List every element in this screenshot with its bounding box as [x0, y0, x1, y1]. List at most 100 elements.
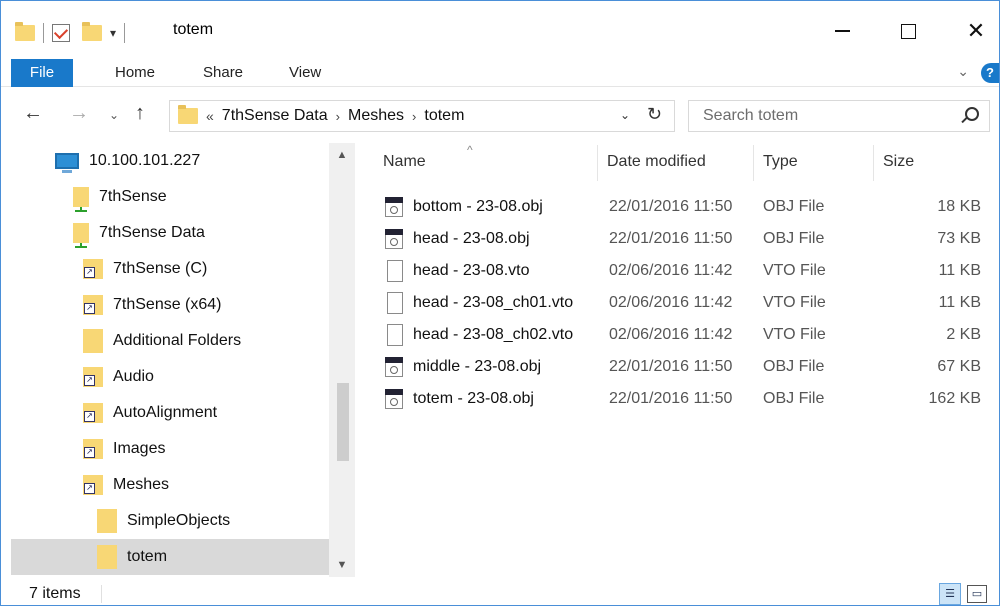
column-divider[interactable] [873, 145, 874, 181]
file-name: head - 23-08.vto [413, 262, 530, 279]
divider [101, 585, 102, 603]
nav-item-label: 7thSense [99, 188, 167, 205]
shortcut-folder-icon [83, 367, 103, 387]
nav-item-computer[interactable]: 10.100.101.227 [55, 143, 200, 179]
column-header-date[interactable]: Date modified [607, 141, 706, 183]
nav-item-label: Meshes [113, 476, 170, 493]
title-bar: ▾ totem ✕ [1, 1, 999, 61]
file-row[interactable]: head - 23-08_ch02.vto 02/06/2016 11:42 V… [371, 319, 991, 351]
file-date: 22/01/2016 11:50 [609, 230, 733, 247]
shortcut-folder-icon [83, 259, 103, 279]
nav-item-7thsense[interactable]: 7thSense [73, 179, 167, 215]
properties-icon[interactable] [52, 24, 70, 42]
refresh-icon[interactable]: ↻ [647, 104, 662, 125]
file-name: bottom - 23-08.obj [413, 198, 543, 215]
nav-item-label: 7thSense Data [99, 224, 205, 241]
folder-icon [97, 545, 117, 569]
nav-pane-scrollbar[interactable]: ▲ ▼ [329, 143, 355, 577]
forward-arrow-icon[interactable]: → [69, 102, 89, 125]
maximize-button[interactable] [885, 11, 931, 51]
column-divider[interactable] [753, 145, 754, 181]
tab-file[interactable]: File [11, 59, 73, 87]
address-bar[interactable]: « 7thSense Data › Meshes › totem ⌄ ↻ [169, 100, 675, 132]
nav-item-7thsense-x64[interactable]: 7thSense (x64) [83, 287, 222, 323]
file-size: 11 KB [938, 262, 981, 279]
file-name: head - 23-08.obj [413, 230, 530, 247]
file-date: 22/01/2016 11:50 [609, 390, 733, 407]
back-arrow-icon[interactable]: ← [23, 102, 43, 125]
scroll-up-icon[interactable]: ▲ [329, 149, 355, 161]
nav-item-audio[interactable]: Audio [83, 359, 154, 395]
item-count: 7 items [29, 585, 81, 602]
file-size: 18 KB [937, 198, 981, 215]
tab-home[interactable]: Home [101, 59, 169, 87]
address-dropdown-icon[interactable]: ⌄ [620, 108, 630, 122]
column-header-size[interactable]: Size [883, 141, 914, 183]
column-header-name[interactable]: ^ Name [383, 141, 473, 183]
file-date: 02/06/2016 11:42 [609, 262, 733, 279]
recent-locations-icon[interactable]: ⌄ [109, 108, 119, 122]
file-type: VTO File [763, 326, 826, 343]
nav-item-simpleobjects[interactable]: SimpleObjects [97, 503, 230, 539]
close-button[interactable]: ✕ [953, 11, 999, 51]
column-divider[interactable] [597, 145, 598, 181]
help-icon[interactable]: ? [981, 63, 999, 83]
nav-item-7thsense-data[interactable]: 7thSense Data [73, 215, 205, 251]
document-icon [387, 324, 403, 346]
file-row[interactable]: totem - 23-08.obj 22/01/2016 11:50 OBJ F… [371, 383, 991, 415]
navigation-bar: ← → ⌄ ↑ « 7thSense Data › Meshes › totem… [1, 96, 999, 136]
ribbon-tabs: File Home Share View ⌄ ? [1, 59, 999, 87]
minimize-button[interactable] [819, 11, 865, 51]
tab-share[interactable]: Share [189, 59, 257, 87]
new-folder-icon[interactable] [82, 22, 102, 41]
breadcrumb-separator-icon[interactable]: › [336, 109, 340, 124]
file-list: ^ Name Date modified Type Size bottom - … [371, 141, 999, 581]
file-name: head - 23-08_ch02.vto [413, 326, 574, 343]
file-row[interactable]: head - 23-08.obj 22/01/2016 11:50 OBJ Fi… [371, 223, 991, 255]
navigation-pane: 10.100.101.227 7thSense 7thSense Data 7t… [11, 143, 355, 577]
breadcrumb-meshes[interactable]: Meshes [348, 107, 404, 125]
large-icons-view-icon[interactable]: ▭ [967, 585, 987, 603]
nav-item-images[interactable]: Images [83, 431, 165, 467]
file-row[interactable]: head - 23-08_ch01.vto 02/06/2016 11:42 V… [371, 287, 991, 319]
details-view-icon[interactable]: ☰ [939, 583, 961, 605]
document-icon [387, 260, 403, 282]
breadcrumb-totem[interactable]: totem [424, 107, 464, 125]
file-name-cell: head - 23-08_ch02.vto [385, 324, 573, 346]
column-header-type[interactable]: Type [763, 141, 798, 183]
file-size: 73 KB [937, 230, 981, 247]
file-type: OBJ File [763, 230, 825, 247]
obj-file-icon [385, 197, 403, 217]
nav-item-totem[interactable]: totem [11, 539, 329, 575]
computer-icon [55, 153, 79, 173]
scrollbar-thumb[interactable] [337, 383, 349, 461]
file-row[interactable]: bottom - 23-08.obj 22/01/2016 11:50 OBJ … [371, 191, 991, 223]
divider [43, 23, 44, 43]
nav-item-label: 7thSense (C) [113, 260, 208, 277]
divider [124, 23, 126, 43]
tab-view[interactable]: View [275, 59, 335, 87]
nav-item-meshes[interactable]: Meshes [83, 467, 169, 503]
obj-file-icon [385, 357, 403, 377]
search-icon[interactable] [965, 107, 979, 121]
nav-item-7thsense-c[interactable]: 7thSense (C) [83, 251, 207, 287]
nav-item-autoalignment[interactable]: AutoAlignment [83, 395, 217, 431]
breadcrumb-overflow[interactable]: « [206, 108, 214, 124]
nav-item-additional-folders[interactable]: Additional Folders [83, 323, 241, 359]
scroll-down-icon[interactable]: ▼ [329, 559, 355, 571]
breadcrumb-7thsense-data[interactable]: 7thSense Data [222, 107, 328, 125]
search-box[interactable] [688, 100, 990, 132]
file-date: 22/01/2016 11:50 [609, 358, 733, 375]
file-row[interactable]: middle - 23-08.obj 22/01/2016 11:50 OBJ … [371, 351, 991, 383]
expand-ribbon-icon[interactable]: ⌄ [957, 63, 969, 80]
explorer-window: ▾ totem ✕ File Home Share View ⌄ ? ← → ⌄… [0, 0, 1000, 606]
search-input[interactable] [689, 101, 949, 131]
sort-ascending-icon: ^ [467, 143, 473, 157]
window-title: totem [173, 21, 214, 38]
shortcut-folder-icon [83, 403, 103, 423]
file-row[interactable]: head - 23-08.vto 02/06/2016 11:42 VTO Fi… [371, 255, 991, 287]
customize-toolbar-icon[interactable]: ▾ [110, 26, 116, 40]
file-size: 11 KB [938, 294, 981, 311]
breadcrumb-separator-icon[interactable]: › [412, 109, 416, 124]
up-arrow-icon[interactable]: ↑ [135, 102, 145, 125]
